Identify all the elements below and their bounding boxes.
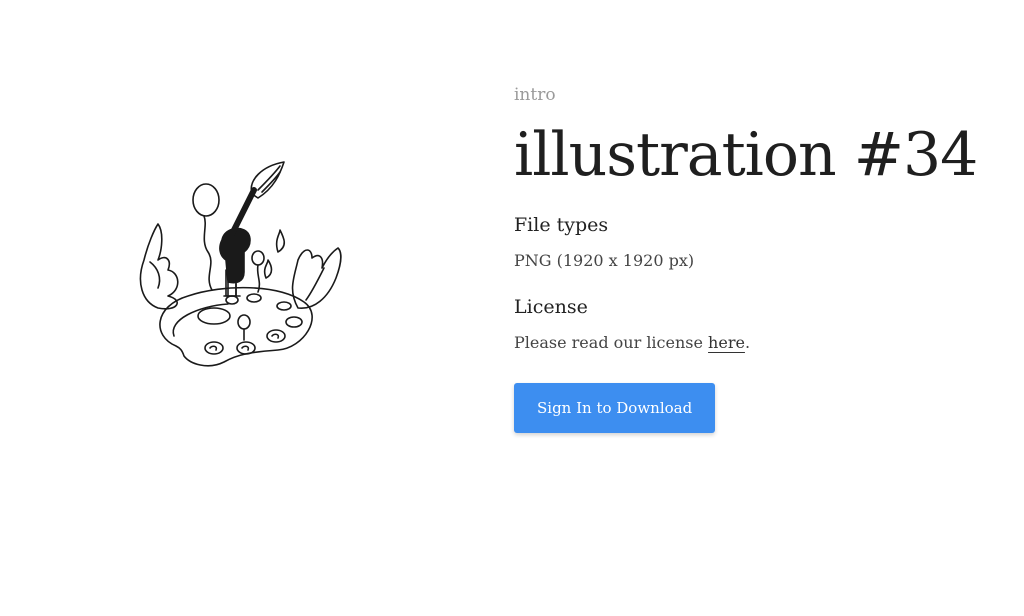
- illustration-details: intro illustration #34 File types PNG (1…: [514, 84, 1004, 433]
- page-title: illustration #34: [514, 120, 978, 190]
- license-text-after: .: [744, 333, 751, 352]
- sign-in-to-download-button[interactable]: Sign In to Download: [514, 383, 716, 433]
- license-text-before: Please read our license: [514, 333, 709, 352]
- illustration-image: [128, 160, 358, 380]
- license-link[interactable]: here: [708, 333, 745, 352]
- file-types-value: PNG (1920 x 1920 px): [514, 251, 695, 270]
- license-text: Please read our license here.: [514, 332, 1004, 354]
- license-heading: License: [514, 296, 588, 318]
- file-types-heading: File types: [514, 214, 609, 236]
- page: intro illustration #34 File types PNG (1…: [0, 0, 1024, 616]
- category-label: intro: [514, 85, 556, 105]
